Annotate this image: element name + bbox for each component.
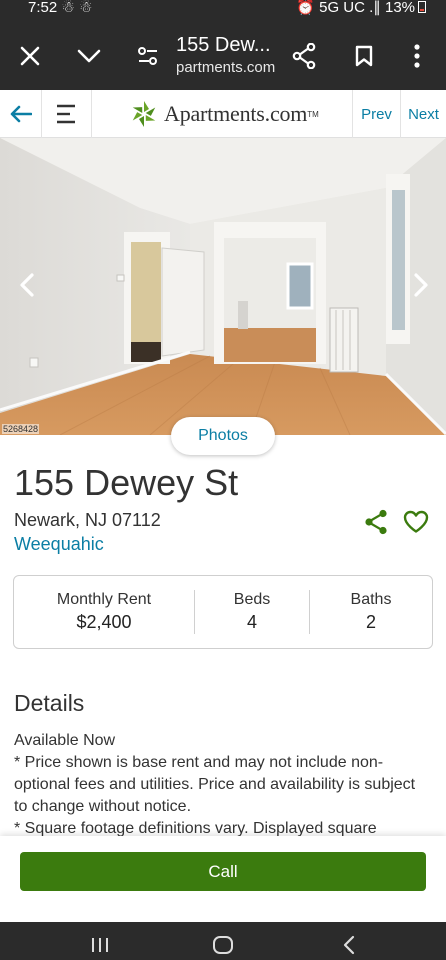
chevron-right-icon — [414, 273, 428, 297]
page-settings-button[interactable] — [128, 36, 168, 76]
next-photo-button[interactable] — [404, 268, 438, 302]
close-icon — [20, 46, 40, 66]
room-photo — [0, 138, 446, 435]
recents-icon — [92, 938, 108, 952]
system-back-button[interactable] — [334, 930, 364, 960]
details-heading: Details — [14, 690, 85, 716]
details-line: * Price shown is base rent and may not i… — [14, 754, 416, 815]
beds-label: Beds — [233, 591, 271, 608]
recents-button[interactable] — [85, 930, 115, 960]
hamburger-menu-icon — [56, 104, 75, 124]
rent-value: $2,400 — [76, 612, 132, 632]
favorite-button[interactable] — [401, 507, 431, 537]
baths-fact: Baths 2 — [310, 576, 432, 648]
share-page-button[interactable] — [284, 36, 324, 76]
chevron-left-icon — [20, 273, 34, 297]
beds-fact: Beds 4 — [195, 576, 309, 648]
details-line: Available Now — [14, 732, 116, 749]
back-arrow-icon — [10, 105, 32, 123]
listing-photo[interactable]: 5268428 — [0, 138, 446, 435]
photos-button[interactable]: Photos — [171, 417, 275, 455]
close-tab-button[interactable] — [10, 36, 50, 76]
back-icon — [343, 935, 355, 955]
bookmark-button[interactable] — [344, 36, 384, 76]
apartments-logo-icon — [132, 101, 156, 127]
page-settings-icon — [138, 47, 157, 65]
next-listing-button[interactable]: Next — [400, 90, 446, 138]
status-right-text: ⏰ 5G UC .∥ 13% — [296, 0, 415, 16]
details-line: * Square footage definitions vary. Displ… — [14, 820, 377, 836]
back-button[interactable] — [0, 90, 42, 138]
status-indicators: ⏰ 5G UC .∥ 13% — [296, 0, 426, 16]
status-bar: 7:52 ☃ ☃ ⏰ 5G UC .∥ 13% — [0, 0, 446, 22]
share-listing-button[interactable] — [362, 507, 390, 537]
home-icon — [213, 936, 233, 954]
call-button[interactable]: Call — [20, 852, 426, 891]
baths-label: Baths — [350, 591, 392, 608]
browser-toolbar: 155 Dew... partments.com — [0, 22, 446, 90]
beds-value: 4 — [246, 612, 257, 632]
rent-fact: Monthly Rent $2,400 — [14, 576, 194, 648]
logo-text: Apartments.com — [164, 101, 308, 126]
more-vert-icon — [414, 44, 420, 68]
rental-facts: Monthly Rent $2,400 Beds 4 Baths 2 — [13, 575, 433, 649]
chevron-down-icon — [77, 49, 101, 63]
prev-listing-button[interactable]: Prev — [352, 90, 400, 138]
tab-title: 155 Dew... — [176, 34, 271, 56]
share-icon — [365, 509, 387, 535]
rent-label: Monthly Rent — [56, 591, 152, 608]
baths-value: 2 — [365, 612, 376, 632]
collapse-button[interactable] — [69, 36, 109, 76]
system-nav-bar — [0, 922, 446, 960]
prev-photo-button[interactable] — [10, 268, 44, 302]
property-address: Newark, NJ 07112 — [14, 510, 161, 530]
neighborhood-link[interactable]: Weequahic — [14, 534, 104, 555]
property-title: 155 Dewey St — [14, 462, 239, 503]
bookmark-icon — [355, 45, 373, 67]
share-icon — [292, 43, 316, 69]
heart-icon — [403, 510, 429, 533]
site-header: Apartments.com TM Prev Next — [0, 90, 446, 138]
mls-number: 5268428 — [2, 424, 40, 434]
more-options-button[interactable] — [397, 36, 437, 76]
status-time: 7:52 ☃ ☃ — [28, 0, 93, 16]
details-text: Available Now * Price shown is base rent… — [14, 730, 424, 836]
url-text[interactable]: partments.com — [176, 59, 275, 77]
apartments-logo[interactable]: Apartments.com TM — [130, 98, 319, 130]
logo-trademark: TM — [307, 109, 319, 119]
call-bar: Call — [0, 836, 446, 922]
home-button[interactable] — [208, 930, 238, 960]
menu-button[interactable] — [42, 90, 92, 138]
battery-icon — [418, 1, 426, 13]
